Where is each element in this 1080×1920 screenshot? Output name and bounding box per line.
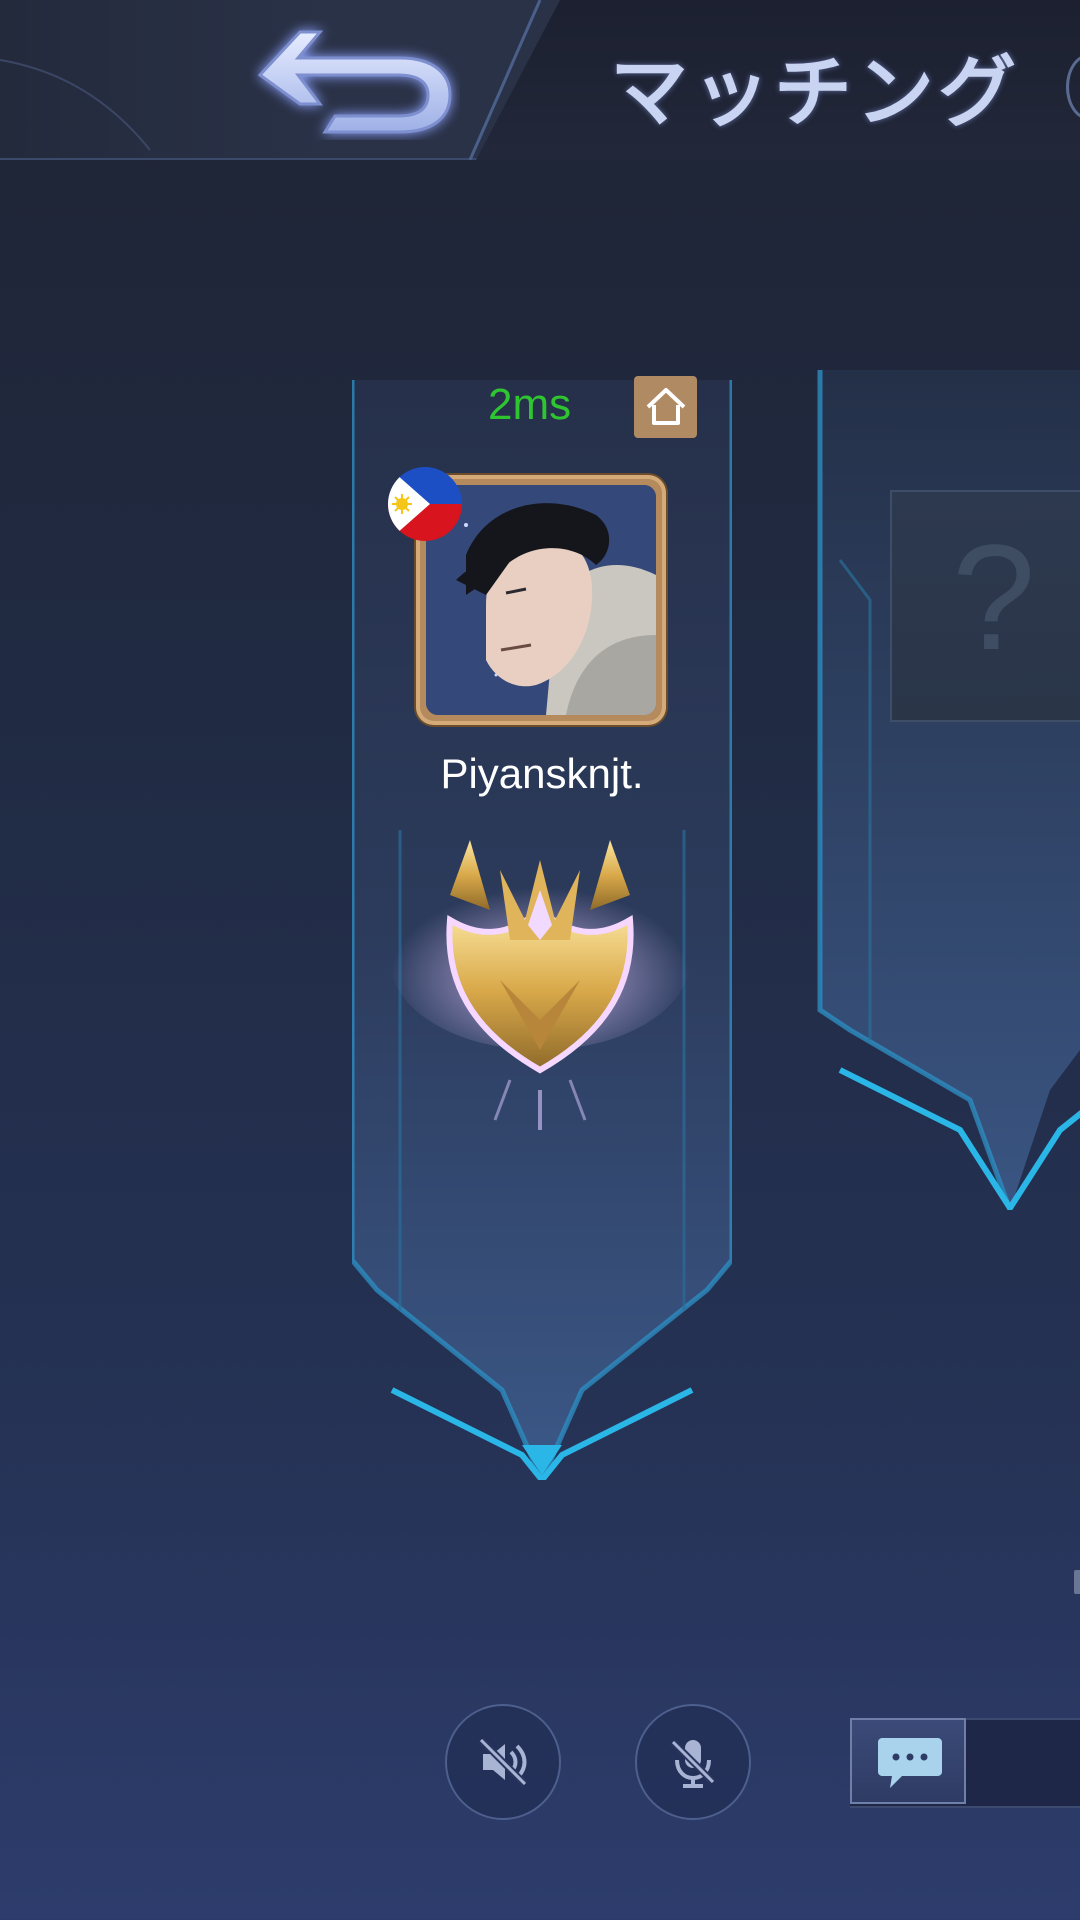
player-name: Piyansknjt. [440,750,644,797]
empty-player-slot: ? [890,490,1080,722]
home-icon [646,388,686,425]
ping-indicator: 2ms [488,380,572,429]
speaker-muted-icon [478,1737,528,1787]
home-button[interactable] [634,376,697,438]
philippines-flag-icon [388,467,462,541]
avatar-portrait [426,485,656,715]
sound-toggle-button[interactable] [445,1704,561,1820]
mic-toggle-button[interactable] [635,1704,751,1820]
page-title: マッチング [610,47,1021,138]
chat-button[interactable] [850,1718,966,1804]
edge-marker [1074,1570,1080,1594]
top-bar: マッチング [0,0,1080,160]
chat-bubble-icon [878,1738,942,1788]
title-decoration [1066,54,1080,120]
rank-emblem-icon [390,840,690,1130]
question-mark-icon: ? [952,513,1036,681]
avatar [426,485,656,715]
back-arrow-icon[interactable] [250,20,460,140]
mic-muted-icon [670,1739,716,1788]
